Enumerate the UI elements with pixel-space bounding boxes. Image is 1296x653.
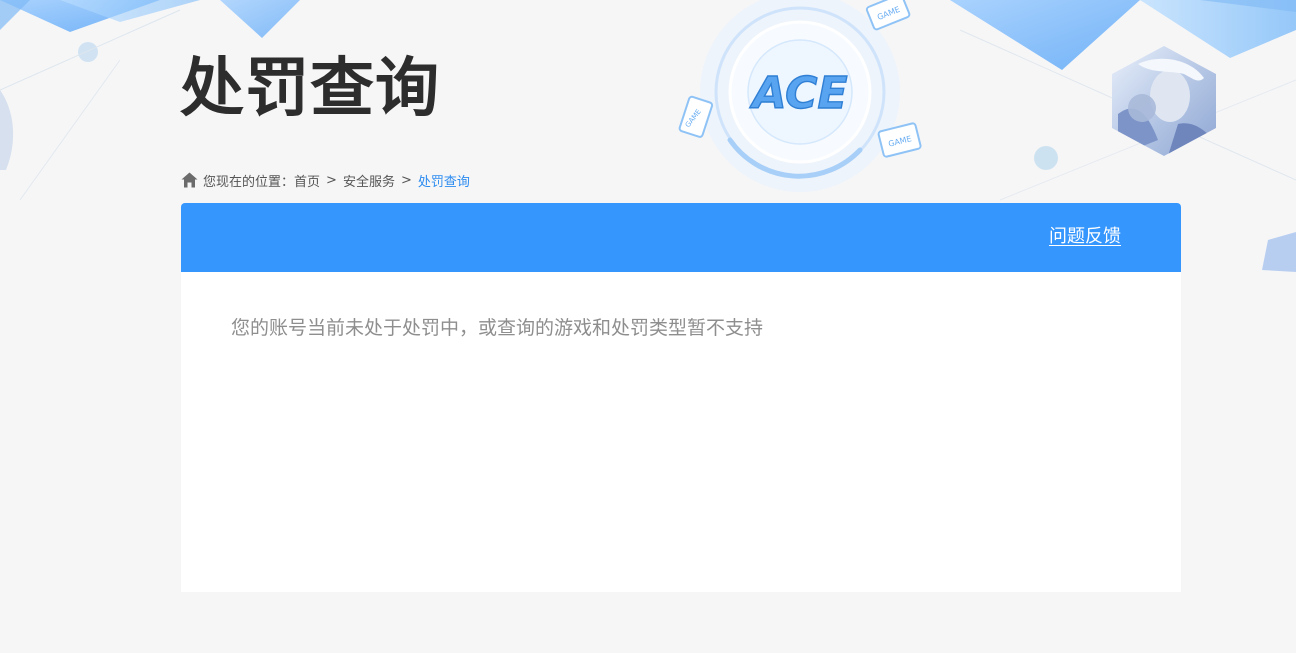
- page-title: 处罚查询: [180, 52, 440, 126]
- feedback-link[interactable]: 问题反馈: [1049, 226, 1121, 248]
- result-message: 您的账号当前未处于处罚中，或查询的游戏和处罚类型暂不支持: [231, 317, 764, 339]
- breadcrumb-link-security-service[interactable]: 安全服务: [343, 171, 395, 190]
- ace-logo-icon: ACE GAME GAME GAME: [678, 0, 922, 192]
- game-badge-icon: GAME: [865, 0, 911, 31]
- character-avatar-icon: [1112, 46, 1216, 156]
- home-icon: [181, 172, 198, 188]
- breadcrumb-separator: >: [326, 172, 337, 188]
- breadcrumb-link-home[interactable]: 首页: [294, 171, 320, 190]
- breadcrumb-prefix: 您现在的位置：: [203, 174, 295, 190]
- ace-logo-text: ACE: [749, 68, 847, 119]
- game-badge-icon: GAME: [678, 95, 714, 138]
- breadcrumb-separator: >: [400, 172, 412, 188]
- panel-header: 问题反馈: [181, 203, 1181, 272]
- result-panel: 问题反馈 您的账号当前未处于处罚中，或查询的游戏和处罚类型暂不支持: [181, 203, 1181, 592]
- breadcrumb: 您现在的位置： 首页 > 安全服务 > 处罚查询: [181, 170, 470, 190]
- breadcrumb-current[interactable]: 处罚查询: [418, 171, 470, 190]
